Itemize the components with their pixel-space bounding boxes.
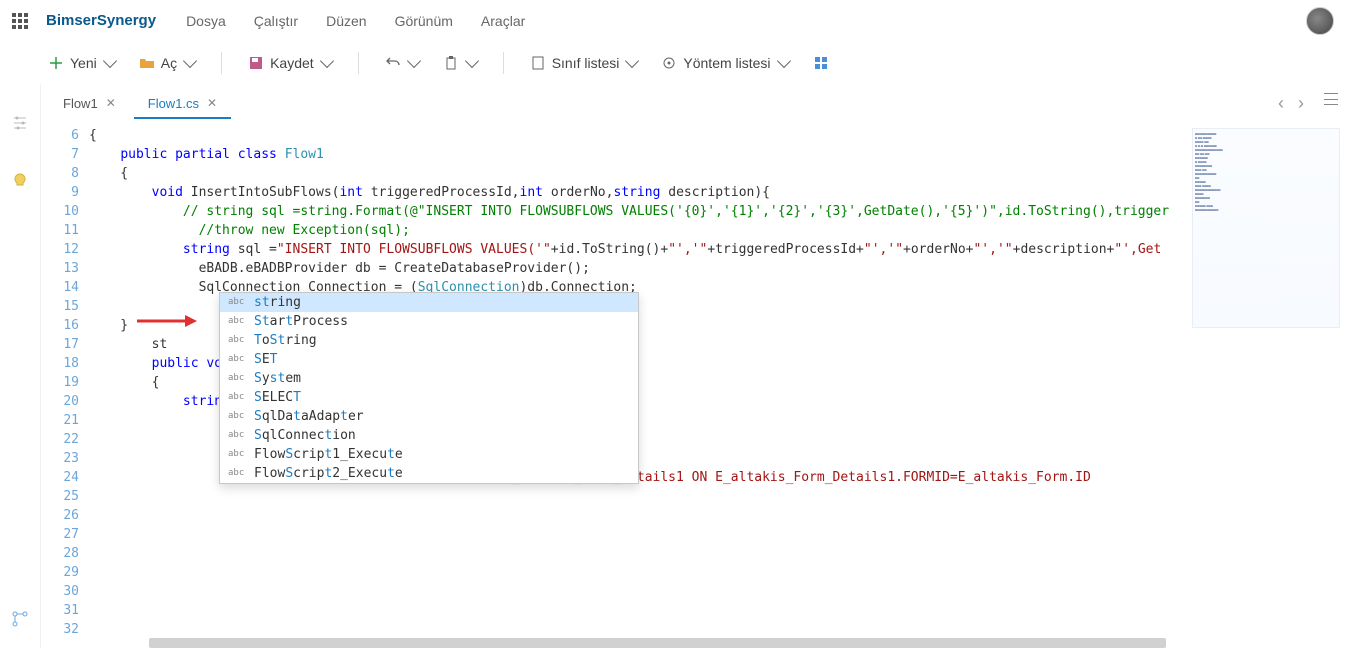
editor-wrap: 6789101112131415161718192021222324252627… — [41, 122, 1346, 648]
autocomplete-item[interactable]: abc SqlDataAdapter — [220, 407, 638, 426]
document-icon — [530, 55, 546, 71]
folder-icon — [139, 55, 155, 71]
clipboard-icon — [443, 55, 459, 71]
toolbar: Yeni Aç Kaydet Sınıf listesi Yöntem list… — [0, 42, 1346, 84]
autocomplete-item[interactable]: abc System — [220, 369, 638, 388]
autocomplete-item[interactable]: abc string — [220, 293, 638, 312]
app-launcher-icon[interactable] — [12, 13, 28, 29]
menu-tools[interactable]: Araçlar — [481, 13, 525, 29]
minimap-view: ▄▄▄▄▄▄▄▄▄▄▄ ▄▄ ▄▄▄▄▄▄▄▄ ▄▄▄ ▄ ▄ ▄▄▄▄▄▄▄▄… — [1192, 128, 1340, 328]
abc-icon: abc — [228, 465, 246, 482]
abc-icon: abc — [228, 408, 246, 425]
code-editor[interactable]: 6789101112131415161718192021222324252627… — [41, 122, 1186, 648]
close-icon[interactable]: ✕ — [207, 96, 217, 110]
tab-label: Flow1 — [63, 96, 98, 111]
autocomplete-label: StartProcess — [254, 313, 348, 330]
clipboard-button[interactable] — [435, 51, 485, 75]
abc-icon: abc — [228, 370, 246, 387]
method-list-label: Yöntem listesi — [683, 55, 770, 71]
autocomplete-label: FlowScript2_Execute — [254, 465, 403, 482]
abc-icon: abc — [228, 332, 246, 349]
autocomplete-label: SqlDataAdapter — [254, 408, 364, 425]
chevron-down-icon — [103, 54, 117, 68]
leftbar — [0, 84, 40, 648]
branch-icon[interactable] — [11, 610, 29, 628]
undo-button[interactable] — [377, 51, 427, 75]
save-icon — [248, 55, 264, 71]
tab-label: Flow1.cs — [148, 96, 199, 111]
save-button[interactable]: Kaydet — [240, 51, 340, 75]
format-button[interactable] — [805, 51, 837, 75]
open-label: Aç — [161, 55, 177, 71]
autocomplete-item[interactable]: abc StartProcess — [220, 312, 638, 331]
autocomplete-item[interactable]: abc FlowScript1_Execute — [220, 445, 638, 464]
autocomplete-item[interactable]: abc SqlConnection — [220, 426, 638, 445]
autocomplete-label: string — [254, 294, 301, 311]
new-button[interactable]: Yeni — [40, 51, 123, 75]
chevron-down-icon — [625, 54, 639, 68]
autocomplete-item[interactable]: abc ToString — [220, 331, 638, 350]
menu-file[interactable]: Dosya — [186, 13, 226, 29]
main-menu: Dosya Çalıştır Düzen Görünüm Araçlar — [186, 13, 525, 29]
autocomplete-label: FlowScript1_Execute — [254, 446, 403, 463]
main: Flow1 ✕ Flow1.cs ✕ ‹ › 67891011121314151… — [0, 84, 1346, 648]
bulb-icon[interactable] — [11, 172, 29, 190]
autocomplete-label: SELECT — [254, 389, 301, 406]
chevron-down-icon — [320, 54, 334, 68]
avatar[interactable] — [1306, 7, 1334, 35]
settings-sliders-icon[interactable] — [11, 114, 29, 132]
tab-list-icon[interactable] — [1324, 93, 1338, 105]
chevron-down-icon — [776, 54, 790, 68]
chevron-down-icon — [465, 54, 479, 68]
tab-flow1[interactable]: Flow1 ✕ — [49, 88, 130, 119]
tab-flow1-cs[interactable]: Flow1.cs ✕ — [134, 88, 231, 119]
method-list-button[interactable]: Yöntem listesi — [653, 51, 796, 75]
menu-view[interactable]: Görünüm — [395, 13, 453, 29]
topbar: BimserSynergy Dosya Çalıştır Düzen Görün… — [0, 0, 1346, 42]
autocomplete-item[interactable]: abc FlowScript2_Execute — [220, 464, 638, 483]
close-icon[interactable]: ✕ — [106, 96, 116, 110]
autocomplete-label: SET — [254, 351, 277, 368]
abc-icon: abc — [228, 427, 246, 444]
plus-icon — [48, 55, 64, 71]
menu-run[interactable]: Çalıştır — [254, 13, 298, 29]
code-area[interactable]: { public partial class Flow1 { void Inse… — [89, 122, 1186, 648]
chevron-down-icon — [183, 54, 197, 68]
chevron-down-icon — [407, 54, 421, 68]
red-arrow-annotation — [89, 294, 103, 310]
abc-icon: abc — [228, 446, 246, 463]
menu-edit[interactable]: Düzen — [326, 13, 366, 29]
undo-icon — [385, 55, 401, 71]
save-label: Kaydet — [270, 55, 314, 71]
autocomplete-item[interactable]: abc SET — [220, 350, 638, 369]
horizontal-scrollbar[interactable] — [149, 638, 1166, 648]
autocomplete-label: System — [254, 370, 301, 387]
open-button[interactable]: Aç — [131, 51, 203, 75]
next-tab-icon[interactable]: › — [1298, 93, 1304, 114]
target-icon — [661, 55, 677, 71]
brand-label: BimserSynergy — [46, 12, 156, 29]
class-list-button[interactable]: Sınıf listesi — [522, 51, 646, 75]
line-gutter: 6789101112131415161718192021222324252627… — [41, 122, 89, 648]
autocomplete-label: SqlConnection — [254, 427, 356, 444]
abc-icon: abc — [228, 351, 246, 368]
autocomplete-label: ToString — [254, 332, 317, 349]
prev-tab-icon[interactable]: ‹ — [1278, 93, 1284, 114]
abc-icon: abc — [228, 313, 246, 330]
class-list-label: Sınıf listesi — [552, 55, 620, 71]
tab-nav: ‹ › — [1278, 93, 1338, 114]
tab-bar: Flow1 ✕ Flow1.cs ✕ ‹ › — [41, 84, 1346, 122]
autocomplete-item[interactable]: abc SELECT — [220, 388, 638, 407]
autocomplete-popup[interactable]: abc string abc StartProcess abc ToString abc SE… — [219, 292, 639, 484]
abc-icon: abc — [228, 294, 246, 311]
new-label: Yeni — [70, 55, 97, 71]
content: Flow1 ✕ Flow1.cs ✕ ‹ › 67891011121314151… — [40, 84, 1346, 648]
grid-icon — [813, 55, 829, 71]
abc-icon: abc — [228, 389, 246, 406]
minimap[interactable]: ▄▄▄▄▄▄▄▄▄▄▄ ▄▄ ▄▄▄▄▄▄▄▄ ▄▄▄ ▄ ▄ ▄▄▄▄▄▄▄▄… — [1186, 122, 1346, 648]
